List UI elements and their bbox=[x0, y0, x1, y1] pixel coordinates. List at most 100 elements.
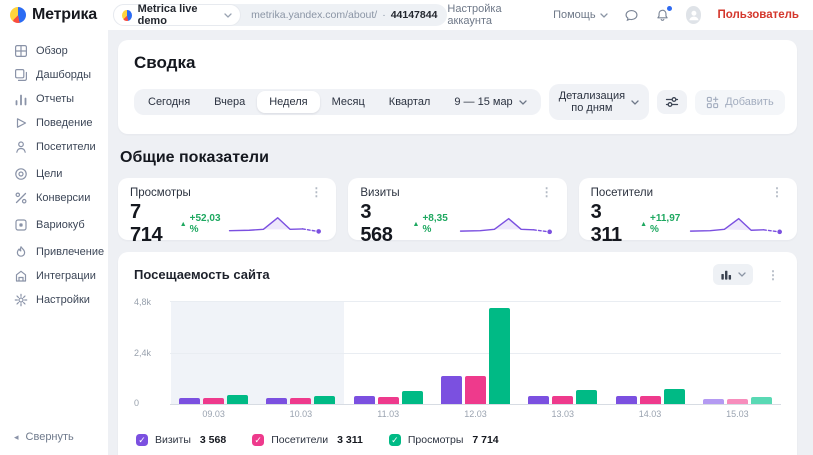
kebab-menu-icon[interactable]: ⋮ bbox=[539, 187, 555, 197]
account-settings-link[interactable]: Настройка аккаунта bbox=[447, 3, 537, 27]
bar-посетители-13.03[interactable] bbox=[552, 396, 573, 404]
sidebar-item-visitors[interactable]: Посетители bbox=[14, 140, 104, 154]
sidebar-item-behavior[interactable]: Поведение bbox=[14, 116, 104, 130]
sidebar-item-dashboards[interactable]: Дашборды bbox=[14, 68, 104, 82]
summary-card: Сводка СегодняВчераНеделяМесяцКвартал9 —… bbox=[118, 40, 797, 134]
bar-визиты-14.03[interactable] bbox=[616, 396, 637, 404]
sidebar-item-label: Цели bbox=[36, 168, 62, 180]
kebab-menu-icon[interactable]: ⋮ bbox=[308, 187, 324, 197]
sidebar-item-reports[interactable]: Отчеты bbox=[14, 92, 104, 106]
metric-card-visits[interactable]: Визиты ⋮ 3 568 ▲+8,35 % bbox=[348, 178, 566, 240]
counter-name-button[interactable]: Metrica live demo bbox=[113, 4, 241, 26]
bar-визиты-13.03[interactable] bbox=[528, 396, 549, 404]
sidebar-item-label: Поведение bbox=[36, 117, 93, 129]
sidebar-item-integrations[interactable]: Интеграции bbox=[14, 269, 104, 283]
legend-value: 3 311 bbox=[337, 434, 363, 446]
counter-info: metrika.yandex.com/about/ · 44147844 bbox=[241, 9, 437, 21]
period-tab-0[interactable]: Сегодня bbox=[136, 91, 202, 113]
legend-value: 3 568 bbox=[200, 434, 226, 446]
attraction-icon bbox=[14, 245, 28, 259]
sidebar-item-label: Обзор bbox=[36, 45, 68, 57]
x-axis-label: 13.03 bbox=[519, 409, 606, 419]
counter-url: metrika.yandex.com/about/ bbox=[251, 9, 377, 21]
bar-просмотры-11.03[interactable] bbox=[402, 391, 423, 404]
period-tab-2[interactable]: Неделя bbox=[257, 91, 319, 113]
legend-item-просмотры[interactable]: ✓ Просмотры 7 714 bbox=[389, 434, 499, 446]
reports-icon bbox=[14, 92, 28, 106]
sidebar-item-label: Привлечение bbox=[36, 246, 104, 258]
sidebar-item-attraction[interactable]: Привлечение bbox=[14, 245, 104, 259]
sidebar-item-settings[interactable]: Настройки bbox=[14, 293, 104, 307]
bar-просмотры-12.03[interactable] bbox=[489, 308, 510, 404]
detail-granularity-label: Детализация по дням bbox=[559, 90, 625, 114]
legend-item-посетители[interactable]: ✓ Посетители 3 311 bbox=[252, 434, 363, 446]
sidebar-item-label: Настройки bbox=[36, 294, 90, 306]
bar-просмотры-10.03[interactable] bbox=[314, 396, 335, 404]
bar-посетители-15.03[interactable] bbox=[727, 399, 748, 404]
legend-label: Просмотры bbox=[408, 434, 464, 446]
period-tab-1[interactable]: Вчера bbox=[202, 91, 257, 113]
chevron-down-icon bbox=[738, 272, 746, 277]
avatar[interactable] bbox=[686, 6, 702, 24]
counter-separator: · bbox=[382, 9, 386, 21]
bar-визиты-11.03[interactable] bbox=[354, 396, 375, 404]
filter-settings-button[interactable] bbox=[657, 90, 687, 114]
collapse-sidebar-button[interactable]: ◂ Свернуть bbox=[14, 431, 104, 447]
sidebar-item-goals[interactable]: Цели bbox=[14, 167, 104, 181]
bar-group-14.03 bbox=[606, 301, 693, 404]
bar-посетители-12.03[interactable] bbox=[465, 376, 486, 404]
user-name[interactable]: Пользователь bbox=[717, 9, 799, 21]
legend-item-визиты[interactable]: ✓Визиты3 568 bbox=[136, 434, 226, 446]
kebab-menu-icon[interactable]: ⋮ bbox=[769, 187, 785, 197]
help-menu[interactable]: Помощь bbox=[553, 9, 608, 21]
sidebar-item-overview[interactable]: Обзор bbox=[14, 44, 104, 58]
bar-визиты-09.03[interactable] bbox=[179, 398, 200, 404]
add-widget-label: Добавить bbox=[725, 96, 774, 108]
chat-icon bbox=[624, 8, 639, 23]
chart-type-select[interactable] bbox=[713, 264, 753, 285]
sidebar-group: Привлечение Интеграции Настройки bbox=[14, 245, 104, 307]
bar-просмотры-13.03[interactable] bbox=[576, 390, 597, 404]
bar-визиты-15.03[interactable] bbox=[703, 399, 724, 404]
notifications-button[interactable] bbox=[655, 8, 670, 23]
add-widget-button[interactable]: Добавить bbox=[695, 90, 785, 115]
sidebar-item-conversions[interactable]: Конверсии bbox=[14, 191, 104, 205]
period-tab-3[interactable]: Месяц bbox=[320, 91, 377, 113]
bar-визиты-10.03[interactable] bbox=[266, 398, 287, 404]
behavior-icon bbox=[14, 116, 28, 130]
bar-просмотры-15.03[interactable] bbox=[751, 397, 772, 404]
counter-selector[interactable]: Metrica live demo metrika.yandex.com/abo… bbox=[113, 4, 447, 26]
metric-card-visitors[interactable]: Посетители ⋮ 3 311 ▲+11,97 % bbox=[579, 178, 797, 240]
date-range-select[interactable]: 9 — 15 мар bbox=[442, 91, 538, 113]
sidebar-item-variocube[interactable]: Вариокуб bbox=[14, 218, 104, 232]
detail-granularity-select[interactable]: Детализация по дням bbox=[549, 84, 649, 120]
legend-label: Посетители bbox=[271, 434, 328, 446]
bar-посетители-11.03[interactable] bbox=[378, 397, 399, 404]
legend-value: 7 714 bbox=[472, 434, 498, 446]
chevron-down-icon bbox=[631, 100, 639, 105]
chat-button[interactable] bbox=[624, 8, 639, 23]
legend-checkbox[interactable]: ✓ bbox=[136, 434, 148, 446]
bar-посетители-14.03[interactable] bbox=[640, 396, 661, 404]
sparkline-chart bbox=[687, 210, 785, 238]
bar-посетители-09.03[interactable] bbox=[203, 398, 224, 404]
chevron-down-icon bbox=[224, 13, 232, 18]
legend-checkbox[interactable]: ✓ bbox=[252, 434, 264, 446]
sidebar-item-label: Дашборды bbox=[36, 69, 91, 81]
bar-посетители-10.03[interactable] bbox=[290, 398, 311, 404]
kebab-menu-icon[interactable]: ⋮ bbox=[765, 270, 781, 280]
bar-визиты-12.03[interactable] bbox=[441, 376, 462, 404]
bar-group-13.03 bbox=[519, 301, 606, 404]
metrika-logo-icon bbox=[10, 7, 26, 23]
variocube-icon bbox=[14, 218, 28, 232]
bar-group-09.03 bbox=[170, 301, 257, 404]
bar-просмотры-14.03[interactable] bbox=[664, 389, 685, 404]
legend-checkbox[interactable]: ✓ bbox=[389, 434, 401, 446]
metric-card-views[interactable]: Просмотры ⋮ 7 714 ▲+52,03 % bbox=[118, 178, 336, 240]
metrika-logo[interactable]: Метрика bbox=[10, 6, 113, 24]
period-segmented-control: СегодняВчераНеделяМесяцКвартал 9 — 15 мар bbox=[134, 89, 541, 115]
period-tab-4[interactable]: Квартал bbox=[377, 91, 443, 113]
date-range-label: 9 — 15 мар bbox=[454, 96, 512, 108]
bar-просмотры-09.03[interactable] bbox=[227, 395, 248, 404]
help-label: Помощь bbox=[553, 9, 596, 21]
